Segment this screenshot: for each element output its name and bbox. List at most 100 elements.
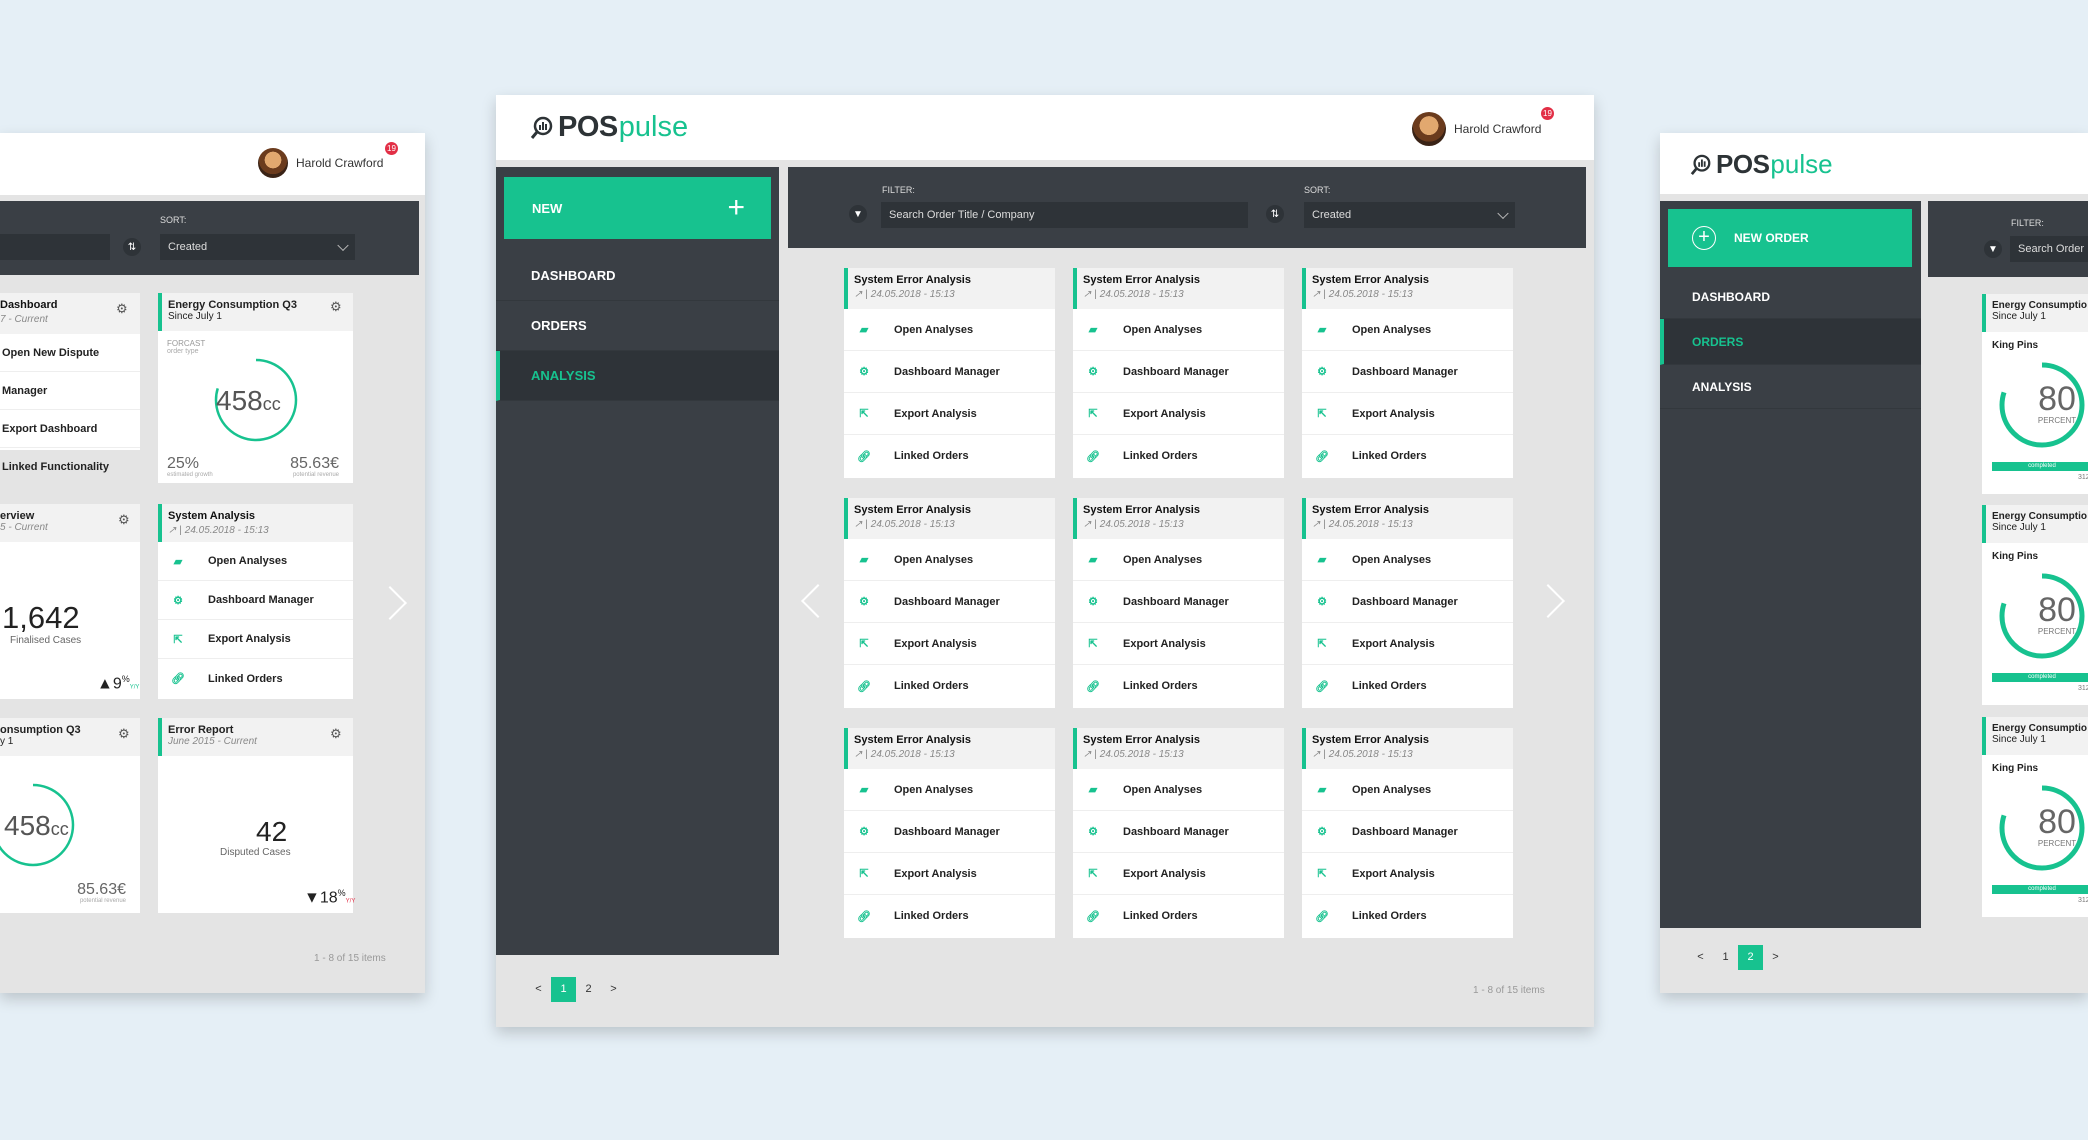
card-row[interactable]: Open New Dispute [0,334,140,372]
card-row-open[interactable]: ▰ Open Analyses [1302,539,1513,581]
search-input[interactable]: Search Order [2010,236,2088,262]
page-prev[interactable]: < [1688,945,1713,970]
card-row[interactable]: Manager [0,372,140,410]
card-row-linked[interactable]: 🔗︎ Linked Orders [844,895,1055,937]
analysis-card[interactable]: System Error Analysis ↗ | 24.05.2018 - 15… [1302,728,1513,938]
sort-order-icon[interactable]: ⇅ [1266,205,1284,223]
left-card-system-analysis[interactable]: System Analysis ↗ | 24.05.2018 - 15:13 ▰ O… [158,504,353,699]
nav-item-analysis[interactable]: ANALYSIS [1660,365,1921,409]
page-next[interactable]: > [1763,945,1788,970]
card-row-open[interactable]: ▰ Open Analyses [844,539,1055,581]
analysis-card[interactable]: System Error Analysis ↗ | 24.05.2018 - 15… [844,498,1055,708]
left-card-dashboard[interactable]: Dashboard 7 - Current ⚙ Open New Dispute… [0,293,140,473]
card-row-export[interactable]: ⇱ Export Analysis [1302,393,1513,435]
search-input[interactable]: Search Order Title / Company [881,202,1248,228]
analysis-card[interactable]: System Error Analysis ↗ | 24.05.2018 - 15… [1302,268,1513,478]
analysis-card[interactable]: System Error Analysis ↗ | 24.05.2018 - 15… [844,268,1055,478]
left-search-input[interactable] [0,234,110,260]
card-row-manager[interactable]: ⚙ Dashboard Manager [158,581,353,620]
left-card-error-report[interactable]: Error Report June 2015 - Current ⚙ 42 Di… [158,718,355,913]
next-arrow[interactable] [373,586,407,620]
card-row-export[interactable]: ⇱ Export Analysis [1073,623,1284,665]
card-row-export[interactable]: ⇱ Export Analysis [1073,853,1284,895]
card-row[interactable]: Export Dashboard [0,410,140,448]
nav-item-orders[interactable]: ORDERS [496,301,779,351]
card-row-open[interactable]: ▰ Open Analyses [1302,769,1513,811]
card-row-export[interactable]: ⇱ Export Analysis [844,393,1055,435]
filter-icon[interactable]: ▼ [1984,240,2002,258]
card-row-export[interactable]: ⇱ Export Analysis [1302,853,1513,895]
card-row-manager[interactable]: ⚙ Dashboard Manager [1073,351,1284,393]
card-row-linked[interactable]: 🔗︎ Linked Orders [1302,435,1513,477]
analysis-card[interactable]: System Error Analysis ↗ | 24.05.2018 - 15… [1073,268,1284,478]
card-row-manager[interactable]: ⚙ Dashboard Manager [1073,581,1284,623]
nav-item-dashboard[interactable]: DASHBOARD [496,251,779,301]
card-row-open[interactable]: ▰ Open Analyses [1073,539,1284,581]
card-row-manager[interactable]: ⚙ Dashboard Manager [1302,811,1513,853]
analysis-card[interactable]: System Error Analysis ↗ | 24.05.2018 - 15… [1302,498,1513,708]
page-1[interactable]: 1 [551,977,576,1002]
gear-icon[interactable]: ⚙ [118,512,130,528]
analysis-card[interactable]: System Error Analysis ↗ | 24.05.2018 - 15… [1073,728,1284,938]
left-user-menu[interactable]: 19 Harold Crawford [258,142,398,178]
card-row-linked[interactable]: 🔗︎ Linked Orders [1073,665,1284,707]
card-row-open[interactable]: ▰ Open Analyses [1073,309,1284,351]
card-row-export[interactable]: ⇱ Export Analysis [844,853,1055,895]
card-row-linked[interactable]: 🔗︎ Linked Orders [844,435,1055,477]
card-row-linked[interactable]: 🔗︎ Linked Orders [1073,435,1284,477]
card-row-linked[interactable]: 🔗︎ Linked Orders [1073,895,1284,937]
card-row-manager[interactable]: ⚙ Dashboard Manager [1302,581,1513,623]
order-card[interactable]: Energy Consumptio Since July 1 King Pins… [1982,717,2088,917]
card-row-export[interactable]: ⇱ Export Analysis [1073,393,1284,435]
gear-icon[interactable]: ⚙ [118,726,130,742]
order-card[interactable]: Energy Consumptio Since July 1 King Pins… [1982,294,2088,494]
page-2[interactable]: 2 [576,977,601,1002]
card-row-linked[interactable]: 🔗︎ Linked Orders [158,659,353,698]
card-row-open[interactable]: ▰ Open Analyses [844,309,1055,351]
order-card[interactable]: Energy Consumptio Since July 1 King Pins… [1982,505,2088,705]
gear-icon[interactable]: ⚙ [330,726,342,742]
sort-select[interactable]: Created [1304,202,1515,228]
page-next[interactable]: > [601,977,626,1002]
page-prev[interactable]: < [526,977,551,1002]
left-card-consumption[interactable]: onsumption Q3 y 1 ⚙ 458cc 85.63€ potenti… [0,718,140,913]
card-row-open[interactable]: ▰ Open Analyses [1302,309,1513,351]
new-order-button[interactable]: + NEW ORDER [1668,209,1912,267]
card-row-open[interactable]: ▰ Open Analyses [1073,769,1284,811]
sort-order-icon[interactable]: ⇅ [123,238,141,256]
gear-icon[interactable]: ⚙ [116,301,128,317]
left-sort-select[interactable]: Created [160,234,355,260]
nav-item-dashboard[interactable]: DASHBOARD [1660,275,1921,319]
card-row-manager[interactable]: ⚙ Dashboard Manager [844,351,1055,393]
nav-item-orders[interactable]: ORDERS [1660,319,1921,365]
card-row-linked[interactable]: 🔗︎ Linked Orders [844,665,1055,707]
next-arrow[interactable] [1531,584,1565,618]
nav-item-analysis[interactable]: ANALYSIS [496,351,779,401]
card-row-export[interactable]: ⇱ Export Analysis [158,620,353,659]
card-row-manager[interactable]: ⚙ Dashboard Manager [1302,351,1513,393]
prev-arrow[interactable] [801,584,835,618]
new-button[interactable]: NEW + [504,177,771,239]
card-row-linked[interactable]: 🔗︎ Linked Orders [1302,895,1513,937]
brand-logo[interactable]: POS pulse [530,111,688,144]
card-row-open[interactable]: ▰ Open Analyses [158,542,353,581]
filter-icon[interactable]: ▼ [849,205,867,223]
analysis-card[interactable]: System Error Analysis ↗ | 24.05.2018 - 15… [1073,498,1284,708]
left-card-energy[interactable]: Energy Consumption Q3 Since July 1 ⚙ FOR… [158,293,353,483]
card-row-export[interactable]: ⇱ Export Analysis [1302,623,1513,665]
card-row-manager[interactable]: ⚙ Dashboard Manager [844,811,1055,853]
gear-icon[interactable]: ⚙ [330,299,342,315]
card-row-manager[interactable]: ⚙ Dashboard Manager [844,581,1055,623]
left-card-overview[interactable]: erview 5 - Current ⚙ 1,642 Finalised Cas… [0,504,140,699]
card-row-linked[interactable]: 🔗︎ Linked Orders [1302,665,1513,707]
user-menu[interactable]: 19 Harold Crawford [1412,107,1554,146]
analysis-card[interactable]: System Error Analysis ↗ | 24.05.2018 - 15… [844,728,1055,938]
page-1[interactable]: 1 [1713,945,1738,970]
brand-logo[interactable]: POS pulse [1690,149,1833,180]
page-2[interactable]: 2 [1738,945,1763,970]
card-row-open[interactable]: ▰ Open Analyses [844,769,1055,811]
card-title: System Error Analysis [854,734,971,746]
card-row-export[interactable]: ⇱ Export Analysis [844,623,1055,665]
card-row[interactable]: Linked Functionality [0,448,140,486]
card-row-manager[interactable]: ⚙ Dashboard Manager [1073,811,1284,853]
